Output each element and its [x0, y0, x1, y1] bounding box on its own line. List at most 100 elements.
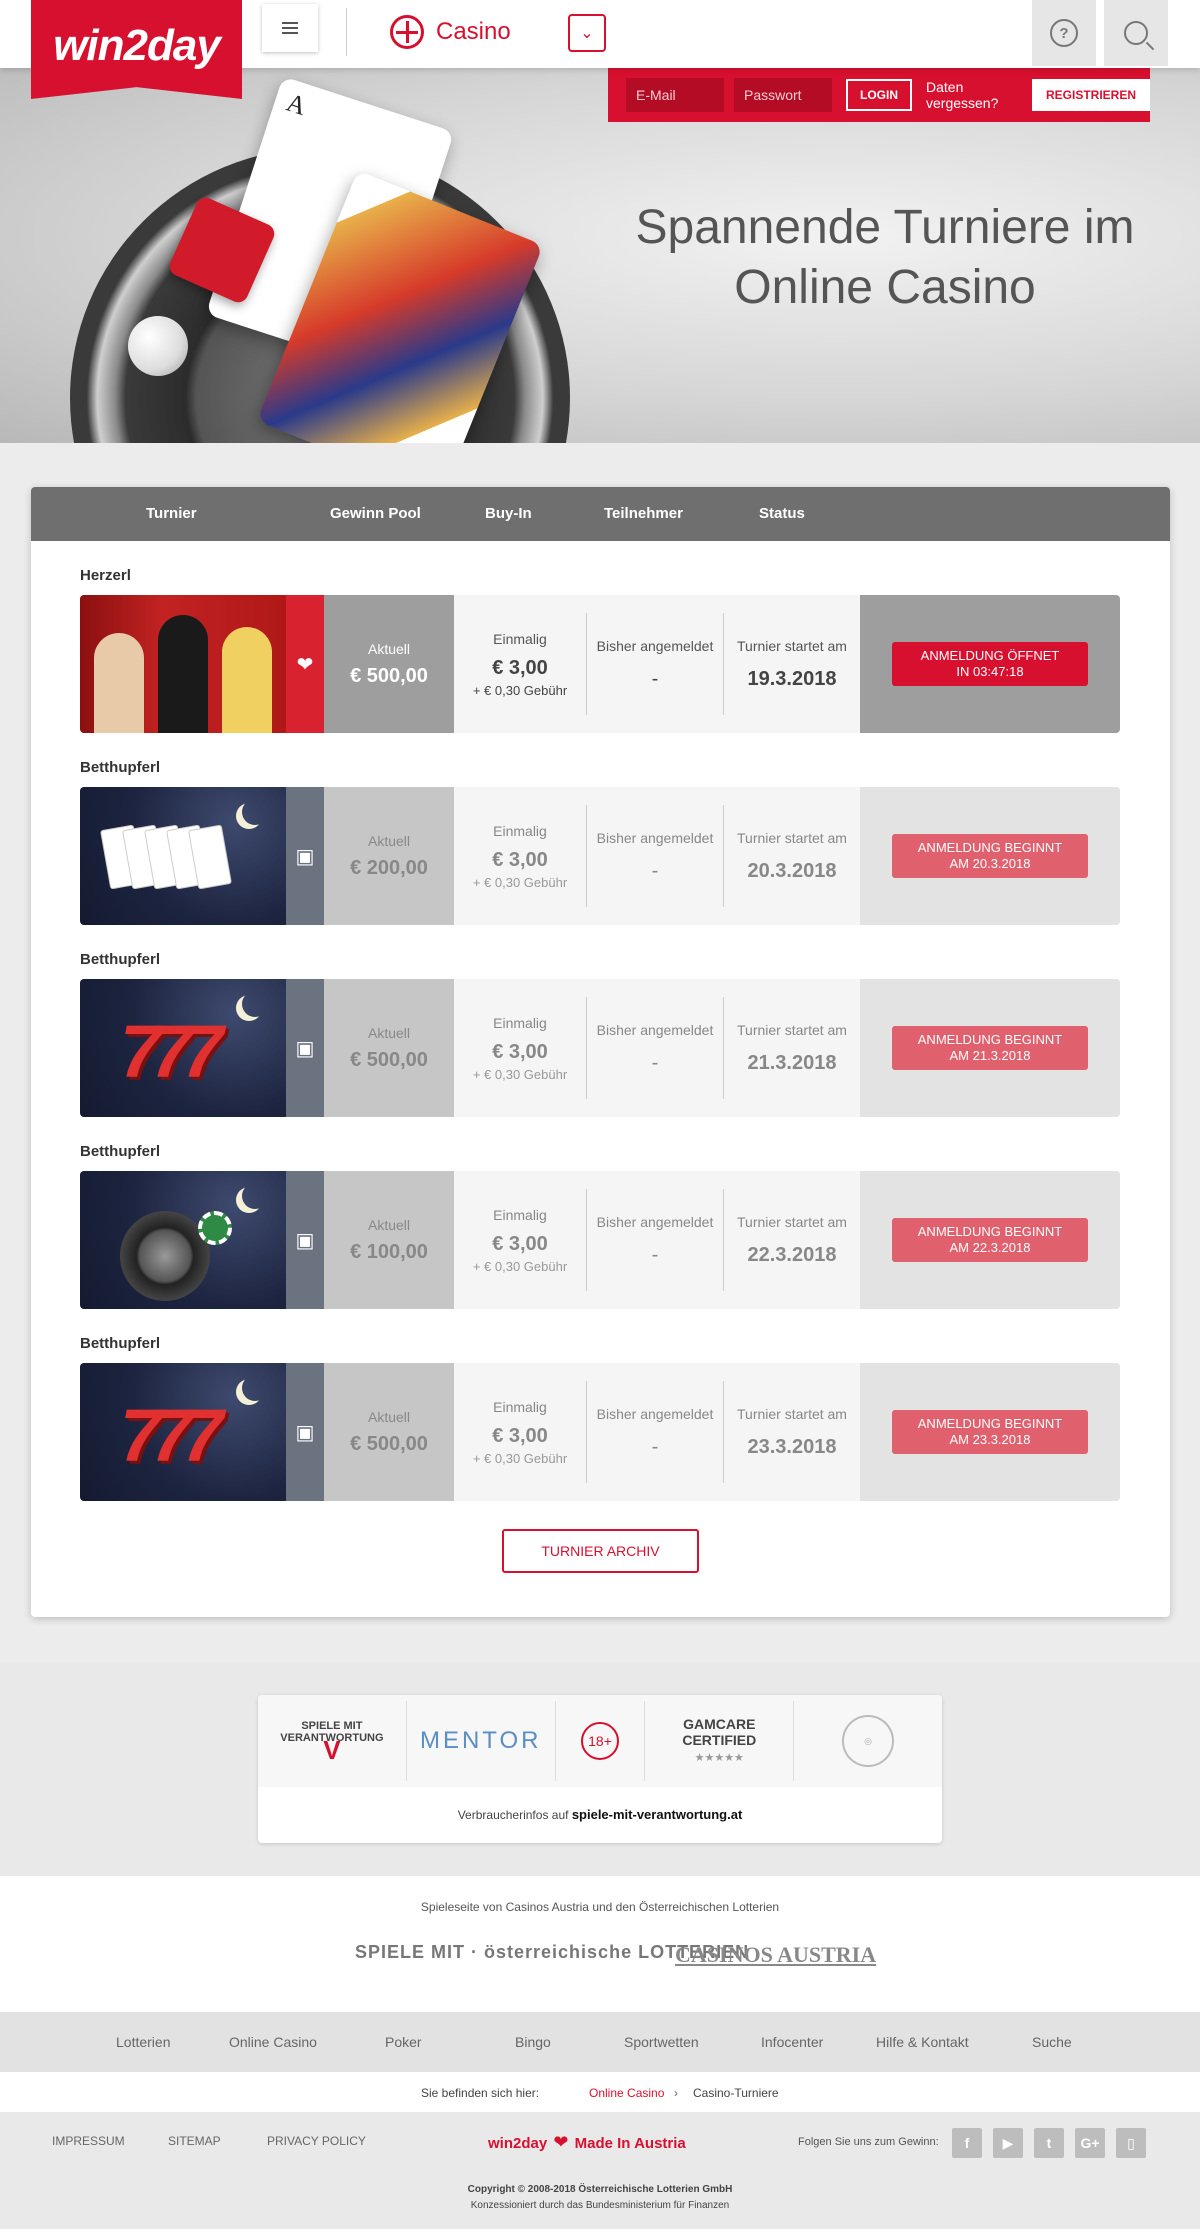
forgot-data-link[interactable]: Daten vergessen?	[926, 79, 1022, 111]
seal-icon: ◎	[842, 1715, 895, 1767]
buyin-label: Einmalig	[493, 1014, 547, 1031]
hearts-icon: ❤	[286, 595, 324, 733]
buyin-value: € 3,00	[492, 656, 548, 679]
login-button[interactable]: LOGIN	[846, 79, 912, 111]
facebook-icon[interactable]: f	[952, 2128, 982, 2158]
tournament-panel: Turnier Gewinn Pool Buy-In Teilnehmer St…	[31, 487, 1170, 1617]
header-pool: Gewinn Pool	[330, 505, 421, 522]
buyin-label: Einmalig	[493, 1206, 547, 1223]
buyin-value: € 3,00	[492, 1040, 548, 1063]
footer-nav-hilfe[interactable]: Hilfe & Kontakt	[876, 2034, 969, 2050]
tournament-row[interactable]: ▣ Aktuell € 100,00 Einmalig € 3,00 + € 0,30…	[80, 1171, 1120, 1309]
breadcrumb-link[interactable]: Online Casino	[589, 2086, 664, 2100]
tournament-row[interactable]: ▣ Aktuell € 200,00 Einmalig € 3,00 + € 0,30…	[80, 787, 1120, 925]
heart-icon: ❤	[553, 2132, 569, 2152]
spiele-mit-verantwortung-logo[interactable]: SPIELE MIT VERANTWORTUNG V	[258, 1701, 407, 1781]
hamburger-icon	[282, 27, 298, 29]
registration-status-button[interactable]: ANMELDUNG BEGINNT AM 22.3.2018	[892, 1218, 1088, 1262]
twitter-icon[interactable]: t	[1034, 2128, 1064, 2158]
certification-seal[interactable]: ◎	[794, 1701, 942, 1781]
tournament-name: Betthupferl	[80, 759, 160, 776]
tournament-name: Betthupferl	[80, 1335, 160, 1352]
sitemap-link[interactable]: SITEMAP	[168, 2134, 221, 2148]
casinos-austria-logo[interactable]: CASINOS AUSTRIA	[675, 1942, 876, 1968]
status-line2: AM 20.3.2018	[949, 856, 1031, 871]
registered-value: -	[651, 859, 659, 882]
buyin-value: € 3,00	[492, 848, 548, 871]
ball-image	[128, 316, 188, 376]
registration-status-button[interactable]: ANMELDUNG ÖFFNET IN 03:47:18	[892, 642, 1088, 686]
bed-icon: ▣	[286, 979, 324, 1117]
start-label: Turnier startet am	[737, 1213, 847, 1230]
status-line2: AM 21.3.2018	[949, 1048, 1031, 1063]
help-button[interactable]: ?	[1032, 0, 1096, 66]
status-line2: AM 22.3.2018	[949, 1240, 1031, 1255]
consumer-info-link[interactable]: spiele-mit-verantwortung.at	[572, 1807, 742, 1822]
tournament-row[interactable]: 777 ▣ Aktuell € 500,00 Einmalig € 3,00 + € …	[80, 979, 1120, 1117]
login-bar: LOGIN Daten vergessen? REGISTRIEREN	[608, 68, 1150, 122]
impressum-link[interactable]: IMPRESSUM	[52, 2134, 125, 2148]
card-label: A	[283, 87, 310, 122]
tournament-archive-button[interactable]: TURNIER ARCHIV	[502, 1529, 699, 1573]
win2day-logo[interactable]: win2day	[31, 0, 242, 99]
section-dropdown-button[interactable]: ⌄	[568, 14, 606, 52]
gamcare-logo[interactable]: GAMCARE CERTIFIED ★★★★★	[645, 1701, 795, 1781]
header-turnier: Turnier	[146, 505, 197, 522]
character-figure	[222, 627, 272, 733]
footer-nav-infocenter[interactable]: Infocenter	[761, 2034, 823, 2050]
hero-banner: A Spannende Turniere im Online Casino	[0, 68, 1200, 443]
pool-label: Aktuell	[367, 1408, 411, 1425]
footer-nav-sportwetten[interactable]: Sportwetten	[624, 2034, 699, 2050]
hero-title: Spannende Turniere im Online Casino	[600, 198, 1170, 318]
tournament-row[interactable]: ❤ Aktuell € 500,00 Einmalig € 3,00 + € 0,30…	[80, 595, 1120, 733]
privacy-policy-link[interactable]: PRIVACY POLICY	[267, 2134, 366, 2148]
tournament-image: 777	[80, 979, 286, 1117]
breadcrumb-current: Casino-Turniere	[693, 2086, 779, 2100]
start-label: Turnier startet am	[737, 1021, 847, 1038]
registration-status-button[interactable]: ANMELDUNG BEGINNT AM 23.3.2018	[892, 1410, 1088, 1454]
google-plus-icon[interactable]: G+	[1075, 2128, 1105, 2158]
youtube-icon[interactable]: ▶	[993, 2128, 1023, 2158]
menu-button[interactable]	[262, 4, 318, 52]
pool-value: € 500,00	[350, 1048, 428, 1071]
footer-nav-lotterien[interactable]: Lotterien	[116, 2034, 170, 2050]
pool-label: Aktuell	[367, 640, 411, 657]
search-button[interactable]	[1104, 0, 1168, 66]
start-date: 22.3.2018	[747, 1243, 837, 1266]
bed-icon: ▣	[286, 1171, 324, 1309]
registration-status-button[interactable]: ANMELDUNG BEGINNT AM 21.3.2018	[892, 1026, 1088, 1070]
table-header: Turnier Gewinn Pool Buy-In Teilnehmer St…	[31, 487, 1170, 541]
header-buyin: Buy-In	[485, 505, 532, 522]
bed-icon: ▣	[286, 787, 324, 925]
copyright-line: Copyright © 2008-2018 Österreichische Lo…	[467, 2184, 733, 2195]
footer-nav-poker[interactable]: Poker	[385, 2034, 422, 2050]
footer-navigation: Lotterien Online Casino Poker Bingo Spor…	[0, 2012, 1200, 2072]
header-teilnehmer: Teilnehmer	[604, 505, 683, 522]
email-field[interactable]	[626, 78, 724, 112]
bed-icon: ▣	[286, 1363, 324, 1501]
pool-value: € 500,00	[350, 664, 428, 687]
status-line1: ANMELDUNG BEGINNT	[917, 840, 1063, 855]
operator-text: Spieleseite von Casinos Austria und den …	[420, 1900, 780, 1914]
mentor-logo[interactable]: MENTOR	[407, 1701, 556, 1781]
tournament-name: Betthupferl	[80, 951, 160, 968]
copyright: Copyright © 2008-2018 Österreichische Lo…	[0, 2182, 1200, 2214]
moon-graphic	[242, 1375, 268, 1401]
start-date: 20.3.2018	[747, 859, 837, 882]
pool-label: Aktuell	[367, 832, 411, 849]
footer-nav-bingo[interactable]: Bingo	[515, 2034, 551, 2050]
password-field[interactable]	[734, 78, 832, 112]
registered-value: -	[651, 667, 659, 690]
chips-graphic	[198, 1211, 232, 1245]
start-date: 21.3.2018	[747, 1051, 837, 1074]
mobile-icon[interactable]: ▯	[1116, 2128, 1146, 2158]
registration-status-button[interactable]: ANMELDUNG BEGINNT AM 20.3.2018	[892, 834, 1088, 878]
tournament-row[interactable]: 777 ▣ Aktuell € 500,00 Einmalig € 3,00 + € …	[80, 1363, 1120, 1501]
mentor-text: MENTOR	[419, 1727, 542, 1754]
casino-selector[interactable]: Casino	[390, 14, 511, 50]
chevron-down-icon: ⌄	[580, 25, 594, 42]
register-button[interactable]: REGISTRIEREN	[1031, 79, 1150, 111]
footer-nav-suche[interactable]: Suche	[1032, 2034, 1072, 2050]
start-label: Turnier startet am	[737, 829, 847, 846]
footer-nav-online-casino[interactable]: Online Casino	[229, 2034, 317, 2050]
